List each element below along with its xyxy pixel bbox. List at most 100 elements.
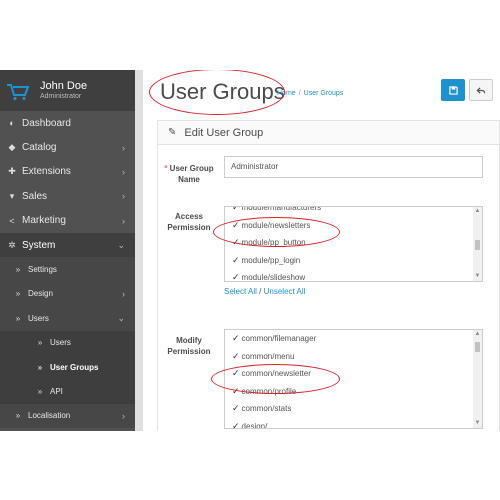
pencil-icon: ✎ [168, 127, 177, 138]
access-permission-label: Access Permission [167, 212, 211, 232]
user-name: John Doe [40, 80, 88, 92]
chevron-icon: › [122, 410, 125, 421]
sidebar-item-localisation[interactable]: » Localisation › [0, 403, 135, 429]
sidebar: John Doe Administrator ◐ Dashboard ◆ Catalo… [0, 70, 135, 431]
double-chevron-icon: » [37, 362, 43, 372]
sidebar-item-api[interactable]: » API [0, 379, 135, 404]
save-button[interactable] [441, 79, 465, 101]
permission-label: design/... [241, 421, 275, 429]
sidebar-item-label: Extensions [22, 166, 71, 178]
sidebar-item-marketing[interactable]: < Marketing › [0, 209, 135, 233]
chevron-icon: › [122, 215, 125, 226]
permission-item[interactable]: ✓ common/stats [225, 400, 482, 418]
sidebar-item-users[interactable]: » Users ⌄ [0, 306, 135, 331]
sidebar-item-label: API [50, 386, 63, 396]
scroll-thumb[interactable] [475, 342, 480, 352]
sidebar-item-settings[interactable]: » Settings [0, 257, 135, 282]
annotation-ellipse [149, 70, 285, 115]
modify-permission-label: Modify Permission [167, 336, 211, 356]
puzzle-icon: ✚ [8, 166, 16, 177]
permission-item[interactable]: ✓ common/menu [225, 348, 482, 366]
permission-label: common/menu [241, 351, 295, 361]
checkbox-checked-icon[interactable]: ✓ [232, 272, 240, 281]
permission-item[interactable]: ✓ module/slideshow [225, 269, 482, 282]
user-group-name-input[interactable]: Administrator [224, 156, 483, 178]
scroll-thumb[interactable] [475, 240, 480, 250]
permission-label: common/stats [241, 404, 292, 414]
scroll-up-icon[interactable]: ▲ [473, 207, 482, 216]
sidebar-item-label: User Groups [50, 362, 99, 372]
breadcrumb-user-groups[interactable]: User Groups [304, 90, 344, 97]
modify-scrollbar[interactable]: ▲ ▼ [473, 330, 482, 428]
panel-title: Edit User Group [184, 126, 264, 139]
sidebar-item-user-groups[interactable]: » User Groups [0, 354, 135, 380]
cart-logo-icon [6, 83, 30, 100]
annotation-ellipse [213, 217, 340, 247]
select-links: Select All / Unselect All [224, 287, 306, 296]
double-chevron-icon: » [37, 338, 43, 348]
cog-icon: ✲ [8, 239, 16, 250]
chevron-icon: › [122, 191, 125, 202]
sidebar-item-system[interactable]: ✲ System ⌄ [0, 232, 135, 258]
checkbox-checked-icon[interactable]: ✓ [232, 333, 240, 344]
sidebar-item-design[interactable]: » Design › [0, 281, 135, 307]
share-icon: < [9, 215, 15, 226]
main-content: User Groups Home / User Groups ✎ Edit User… [135, 70, 500, 431]
sidebar-item-label: Design [28, 289, 53, 299]
cart-icon: ▾ [9, 190, 15, 201]
sidebar-item-sales[interactable]: ▾ Sales › [0, 184, 135, 208]
scroll-down-icon[interactable]: ▼ [473, 272, 482, 281]
permission-item[interactable]: ✓ module/pp_login [225, 252, 482, 270]
sidebar-item-extensions[interactable]: ✚ Extensions › [0, 160, 135, 184]
sidebar-item-label: Users [50, 338, 71, 348]
sidebar-item-catalog[interactable]: ◆ Catalog › [0, 135, 135, 159]
checkbox-checked-icon[interactable]: ✓ [232, 207, 240, 213]
sidebar-item-label: Catalog [22, 142, 57, 154]
breadcrumb: Home / User Groups [277, 90, 344, 97]
double-chevron-icon: » [15, 313, 21, 323]
user-profile[interactable]: John Doe Administrator [0, 70, 135, 111]
double-chevron-icon: » [15, 265, 21, 275]
chevron-icon: ⌄ [117, 312, 125, 323]
select-all-link[interactable]: Select All [224, 287, 257, 296]
permission-item[interactable]: ✓ design/... [225, 418, 482, 429]
permission-label: module/manufacturers [241, 206, 322, 213]
checkbox-checked-icon[interactable]: ✓ [232, 255, 240, 266]
save-icon [448, 85, 458, 95]
unselect-all-link[interactable]: Unselect All [264, 287, 306, 296]
access-scrollbar[interactable]: ▲ ▼ [473, 207, 482, 281]
double-chevron-icon: » [15, 289, 21, 299]
back-button[interactable] [469, 79, 493, 101]
back-icon [476, 86, 486, 94]
permission-label: module/pp_login [241, 255, 301, 265]
tag-icon: ◆ [8, 142, 16, 153]
annotation-ellipse [211, 364, 340, 394]
double-chevron-icon: » [37, 386, 43, 396]
checkbox-checked-icon[interactable]: ✓ [232, 421, 240, 428]
scroll-up-icon[interactable]: ▲ [473, 330, 482, 339]
permission-item[interactable]: ✓ common/filemanager [225, 330, 482, 348]
sidebar-item-label: Users [28, 313, 49, 323]
user-role: Administrator [40, 93, 82, 100]
sidebar-item-label: Marketing [22, 215, 66, 227]
sidebar-item-dashboard[interactable]: ◐ Dashboard [0, 111, 135, 135]
checkbox-checked-icon[interactable]: ✓ [232, 403, 240, 414]
scroll-down-icon[interactable]: ▼ [473, 419, 482, 428]
permission-label: module/slideshow [241, 273, 306, 282]
sidebar-item-label: Localisation [28, 411, 71, 421]
panel-heading: ✎ Edit User Group [158, 121, 499, 145]
dashboard-icon: ◐ [9, 118, 15, 129]
app-window: John Doe Administrator ◐ Dashboard ◆ Catalo… [0, 70, 500, 431]
user-group-name-label: * User Group Name [164, 164, 214, 184]
sidebar-item-label: System [22, 239, 56, 251]
chevron-icon: › [122, 142, 125, 153]
double-chevron-icon: » [15, 411, 21, 421]
permission-item[interactable]: ✓ module/manufacturers [225, 206, 482, 217]
checkbox-checked-icon[interactable]: ✓ [232, 351, 240, 362]
permission-label: common/filemanager [241, 334, 317, 344]
chevron-icon: › [122, 166, 125, 177]
chevron-icon: ⌄ [117, 239, 125, 250]
chevron-icon: › [122, 288, 125, 299]
sidebar-item-label: Settings [28, 265, 57, 275]
sidebar-item-users[interactable]: » Users [0, 330, 135, 355]
